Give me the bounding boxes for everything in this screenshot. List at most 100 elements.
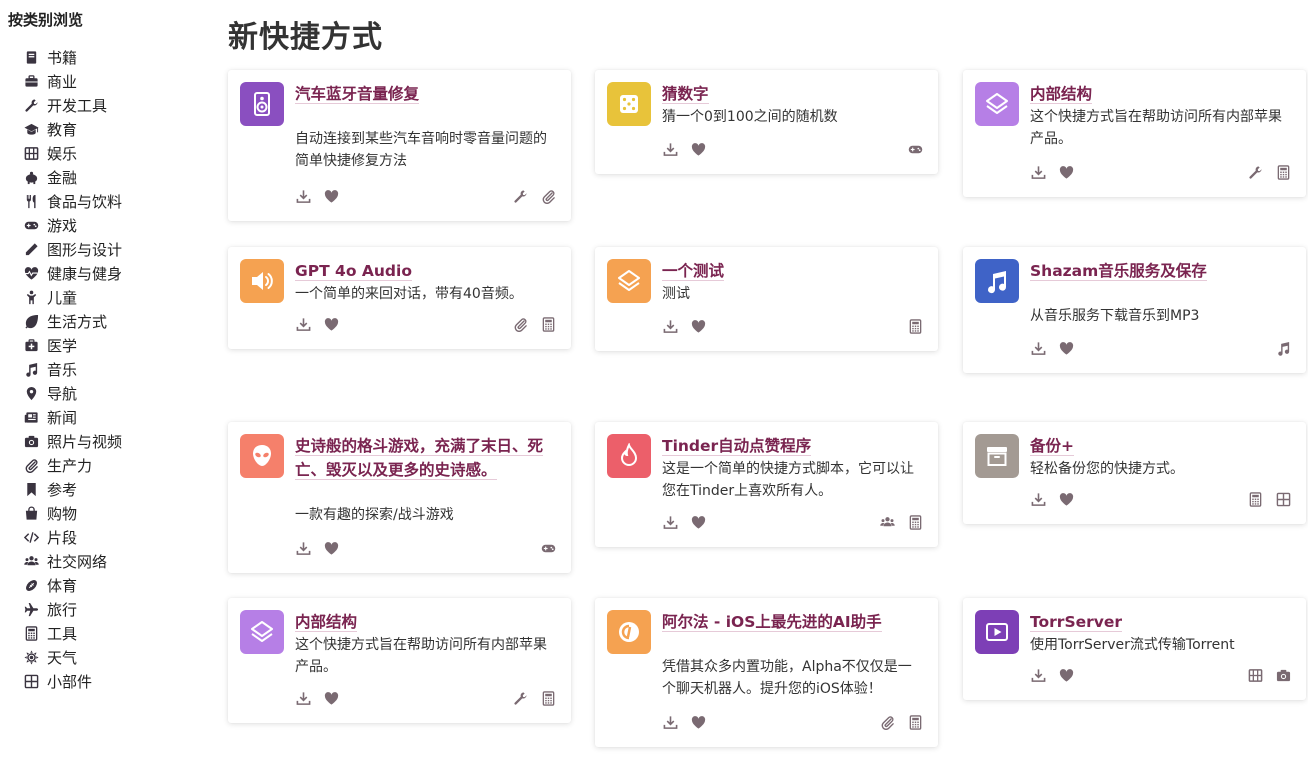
shortcut-card[interactable]: GPT 4o Audio 一个简单的来回对话，带有40音频。 bbox=[228, 247, 571, 349]
sidebar-item-8[interactable]: 图形与设计 bbox=[22, 237, 122, 261]
users-icon[interactable] bbox=[878, 513, 896, 531]
dice-icon[interactable] bbox=[607, 82, 651, 126]
favorite-button[interactable] bbox=[322, 689, 340, 707]
wrench-icon[interactable] bbox=[511, 689, 529, 707]
layers-icon[interactable] bbox=[975, 82, 1019, 126]
sidebar-item-25[interactable]: 天气 bbox=[22, 645, 122, 669]
calculator-icon[interactable] bbox=[906, 713, 924, 731]
archive-icon[interactable] bbox=[975, 434, 1019, 478]
paperclip-icon[interactable] bbox=[511, 315, 529, 333]
shortcut-card[interactable]: Shazam音乐服务及保存 从音乐服务下载音乐到MP3 bbox=[963, 247, 1306, 373]
favorite-button[interactable] bbox=[689, 140, 707, 158]
wrench-icon[interactable] bbox=[1246, 163, 1264, 181]
calculator-icon[interactable] bbox=[539, 689, 557, 707]
sidebar-item-13[interactable]: 音乐 bbox=[22, 357, 122, 381]
sidebar-item-9[interactable]: 健康与健身 bbox=[22, 261, 122, 285]
speaker-icon[interactable] bbox=[240, 82, 284, 126]
sidebar-item-10[interactable]: 儿童 bbox=[22, 285, 122, 309]
sidebar-item-14[interactable]: 导航 bbox=[22, 381, 122, 405]
shortcut-card[interactable]: 汽车蓝牙音量修复 自动连接到某些汽车音响时零音量问题的简单快捷修复方法 bbox=[228, 70, 571, 221]
music-icon[interactable] bbox=[1274, 339, 1292, 357]
download-button[interactable] bbox=[1029, 666, 1047, 684]
favorite-button[interactable] bbox=[322, 539, 340, 557]
gamepad-icon[interactable] bbox=[906, 140, 924, 158]
sidebar-item-21[interactable]: 社交网络 bbox=[22, 549, 122, 573]
download-button[interactable] bbox=[661, 317, 679, 335]
layers-icon[interactable] bbox=[607, 259, 651, 303]
favorite-button[interactable] bbox=[689, 513, 707, 531]
shortcut-card[interactable]: Tinder自动点赞程序 这是一个简单的快捷方式脚本，它可以让您在Tinder上喜… bbox=[595, 422, 938, 547]
sidebar-item-20[interactable]: 片段 bbox=[22, 525, 122, 549]
calculator-icon[interactable] bbox=[539, 315, 557, 333]
alpha-logo-icon[interactable] bbox=[607, 610, 651, 654]
favorite-button[interactable] bbox=[689, 713, 707, 731]
favorite-button[interactable] bbox=[1057, 490, 1075, 508]
sidebar-item-5[interactable]: 金融 bbox=[22, 165, 122, 189]
sidebar-item-17[interactable]: 生产力 bbox=[22, 453, 122, 477]
sidebar-item-24[interactable]: 工具 bbox=[22, 621, 122, 645]
favorite-button[interactable] bbox=[1057, 339, 1075, 357]
sidebar-item-18[interactable]: 参考 bbox=[22, 477, 122, 501]
favorite-button[interactable] bbox=[689, 317, 707, 335]
shortcut-title-link[interactable]: 阿尔法 - iOS上最先进的AI助手 bbox=[662, 610, 924, 634]
shortcut-card[interactable]: 阿尔法 - iOS上最先进的AI助手 凭借其众多内置功能，Alpha不仅仅是一个聊… bbox=[595, 598, 938, 747]
paperclip-icon[interactable] bbox=[539, 187, 557, 205]
download-button[interactable] bbox=[1029, 339, 1047, 357]
favorite-button[interactable] bbox=[1057, 163, 1075, 181]
sidebar-item-2[interactable]: 开发工具 bbox=[22, 93, 122, 117]
gamepad-icon[interactable] bbox=[539, 539, 557, 557]
sidebar-item-12[interactable]: 医学 bbox=[22, 333, 122, 357]
wrench-icon[interactable] bbox=[511, 187, 529, 205]
sidebar-item-1[interactable]: 商业 bbox=[22, 69, 122, 93]
shortcut-card[interactable]: 猜数字 猜一个0到100之间的随机数 bbox=[595, 70, 938, 174]
shortcut-title-link[interactable]: 内部结构 bbox=[1030, 82, 1292, 106]
shortcut-title-link[interactable]: 猜数字 bbox=[662, 82, 924, 106]
download-button[interactable] bbox=[661, 713, 679, 731]
calculator-icon[interactable] bbox=[1274, 163, 1292, 181]
download-button[interactable] bbox=[294, 539, 312, 557]
sidebar-item-19[interactable]: 购物 bbox=[22, 501, 122, 525]
shortcut-card[interactable]: 内部结构 这个快捷方式旨在帮助访问所有内部苹果产品。 bbox=[228, 598, 571, 723]
download-button[interactable] bbox=[661, 140, 679, 158]
calculator-icon[interactable] bbox=[1246, 490, 1264, 508]
download-button[interactable] bbox=[294, 689, 312, 707]
play-icon[interactable] bbox=[975, 610, 1019, 654]
calculator-icon[interactable] bbox=[906, 513, 924, 531]
film-icon[interactable] bbox=[1246, 666, 1264, 684]
sidebar-item-3[interactable]: 教育 bbox=[22, 117, 122, 141]
sidebar-item-15[interactable]: 新闻 bbox=[22, 405, 122, 429]
favorite-button[interactable] bbox=[1057, 666, 1075, 684]
music-note-icon[interactable] bbox=[975, 259, 1019, 303]
shortcut-title-link[interactable]: 史诗般的格斗游戏，充满了末日、死亡、毁灭以及更多的史诗感。 bbox=[295, 434, 557, 482]
alien-icon[interactable] bbox=[240, 434, 284, 478]
shortcut-title-link[interactable]: Shazam音乐服务及保存 bbox=[1030, 259, 1292, 283]
sidebar-item-26[interactable]: 小部件 bbox=[22, 669, 122, 693]
sidebar-item-11[interactable]: 生活方式 bbox=[22, 309, 122, 333]
download-button[interactable] bbox=[661, 513, 679, 531]
calculator-icon[interactable] bbox=[906, 317, 924, 335]
camera-icon[interactable] bbox=[1274, 666, 1292, 684]
shortcut-card[interactable]: 一个测试 测试 bbox=[595, 247, 938, 351]
shortcut-card[interactable]: 史诗般的格斗游戏，充满了末日、死亡、毁灭以及更多的史诗感。 一款有趣的探索/战斗游… bbox=[228, 422, 571, 573]
sidebar-item-6[interactable]: 食品与饮料 bbox=[22, 189, 122, 213]
shortcut-title-link[interactable]: Tinder自动点赞程序 bbox=[662, 434, 924, 458]
favorite-button[interactable] bbox=[322, 187, 340, 205]
widget-grid-icon[interactable] bbox=[1274, 490, 1292, 508]
shortcut-title-link[interactable]: 一个测试 bbox=[662, 259, 924, 283]
sidebar-item-0[interactable]: 书籍 bbox=[22, 45, 122, 69]
sidebar-item-23[interactable]: 旅行 bbox=[22, 597, 122, 621]
download-button[interactable] bbox=[1029, 490, 1047, 508]
shortcut-title-link[interactable]: GPT 4o Audio bbox=[295, 259, 557, 283]
layers-icon[interactable] bbox=[240, 610, 284, 654]
flame-icon[interactable] bbox=[607, 434, 651, 478]
download-button[interactable] bbox=[1029, 163, 1047, 181]
download-button[interactable] bbox=[294, 187, 312, 205]
shortcut-title-link[interactable]: TorrServer bbox=[1030, 610, 1292, 634]
shortcut-title-link[interactable]: 备份+ bbox=[1030, 434, 1292, 458]
shortcut-card[interactable]: 内部结构 这个快捷方式旨在帮助访问所有内部苹果产品。 bbox=[963, 70, 1306, 197]
download-button[interactable] bbox=[294, 315, 312, 333]
sidebar-item-22[interactable]: 体育 bbox=[22, 573, 122, 597]
sidebar-item-4[interactable]: 娱乐 bbox=[22, 141, 122, 165]
shortcut-title-link[interactable]: 内部结构 bbox=[295, 610, 557, 634]
volume-icon[interactable] bbox=[240, 259, 284, 303]
